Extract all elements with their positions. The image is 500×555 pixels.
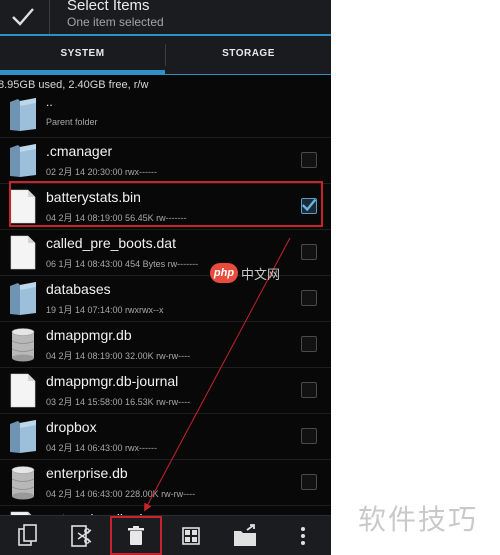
file-row[interactable]: dmappmgr.db-journal 03 2月 14 15:58:00 16.… (0, 368, 331, 414)
tab-bar-border (0, 74, 331, 75)
brand-watermark: 软件技巧 (358, 504, 479, 535)
action-bar: Select Items One item selected (0, 0, 331, 36)
folder-icon (8, 280, 38, 317)
grid-icon (177, 527, 205, 554)
file-list: .. Parent folder .cmanager 02 2月 14 20:30:0… (0, 92, 331, 552)
folder-export-icon (232, 524, 260, 554)
file-meta: 19 1月 14 07:14:00 rwxrwx--x (46, 305, 164, 315)
file-meta: 06 1月 14 08:43:00 454 Bytes rw------- (46, 259, 199, 269)
file-name: dmappmgr.db-journal (46, 373, 179, 389)
file-name: dmappmgr.db (46, 327, 132, 343)
file-row[interactable]: dropbox 04 2月 14 06:43:00 rwx------ (0, 414, 331, 460)
file-meta: 03 2月 14 15:58:00 16.53K rw-rw---- (46, 397, 191, 407)
storage-info: 8.95GB used, 2.40GB free, r/w (0, 79, 149, 91)
checkbox[interactable] (301, 152, 317, 168)
checkbox[interactable] (301, 244, 317, 260)
checkbox[interactable] (301, 336, 317, 352)
check-icon[interactable] (10, 4, 36, 30)
file-row[interactable]: enterprise.db 04 2月 14 06:43:00 228.00K r… (0, 460, 331, 506)
tab-system[interactable]: SYSTEM (0, 36, 165, 74)
checkmark-icon (301, 198, 317, 212)
folder-icon (8, 142, 38, 179)
file-row[interactable]: .. Parent folder (0, 92, 331, 138)
copy-button[interactable] (14, 522, 42, 550)
database-icon (8, 326, 38, 363)
file-row[interactable]: dmappmgr.db 04 2月 14 08:19:00 32.00K rw-r… (0, 322, 331, 368)
file-meta: 02 2月 14 20:30:00 rwx------ (46, 167, 158, 177)
delete-button-highlight (110, 516, 162, 555)
file-meta: Parent folder (46, 117, 98, 127)
checkbox[interactable] (301, 382, 317, 398)
file-name: .cmanager (46, 143, 113, 159)
folder-icon (8, 418, 38, 455)
file-name: databases (46, 281, 111, 297)
php-watermark-text: 中文网 (241, 267, 281, 282)
more-vertical-icon (289, 527, 317, 554)
checkbox-checked[interactable] (301, 198, 317, 214)
file-name: batterystats.bin (46, 189, 141, 205)
database-icon (8, 464, 38, 501)
php-watermark: php 中文网 (210, 262, 292, 284)
cut-button[interactable] (67, 522, 95, 550)
bottom-action-bar (0, 515, 331, 555)
file-name: .. (46, 95, 53, 109)
file-icon (8, 234, 38, 271)
file-name: dropbox (46, 419, 97, 435)
checkbox[interactable] (301, 474, 317, 490)
tab-storage[interactable]: STORAGE (166, 36, 331, 74)
folder-icon (8, 96, 38, 133)
file-name: enterprise.db (46, 465, 128, 481)
file-meta: 04 2月 14 06:43:00 228.00K rw-rw---- (46, 489, 196, 499)
file-icon (8, 188, 38, 225)
action-bar-title: Select Items (67, 0, 150, 14)
select-all-button[interactable] (177, 522, 205, 550)
checkbox[interactable] (301, 290, 317, 306)
tab-bar: SYSTEM STORAGE (0, 36, 331, 74)
file-name: called_pre_boots.dat (46, 235, 176, 251)
checkbox[interactable] (301, 428, 317, 444)
file-meta: 04 2月 14 06:43:00 rwx------ (46, 443, 158, 453)
php-watermark-badge: php (210, 263, 238, 283)
overflow-menu-button[interactable] (289, 522, 317, 550)
scissors-icon (67, 525, 95, 554)
copy-icon (14, 524, 42, 554)
file-icon (8, 372, 38, 409)
move-button[interactable] (232, 522, 260, 550)
file-meta: 04 2月 14 08:19:00 32.00K rw-rw---- (46, 351, 191, 361)
action-bar-divider (49, 0, 50, 34)
file-row[interactable]: .cmanager 02 2月 14 20:30:00 rwx------ (0, 138, 331, 184)
file-meta: 04 2月 14 08:19:00 56.45K rw------- (46, 213, 187, 223)
action-bar-subtitle: One item selected (67, 15, 164, 29)
phone-screen: Select Items One item selected SYSTEM ST… (0, 0, 331, 555)
file-row[interactable]: batterystats.bin 04 2月 14 08:19:00 56.45K… (0, 184, 331, 230)
